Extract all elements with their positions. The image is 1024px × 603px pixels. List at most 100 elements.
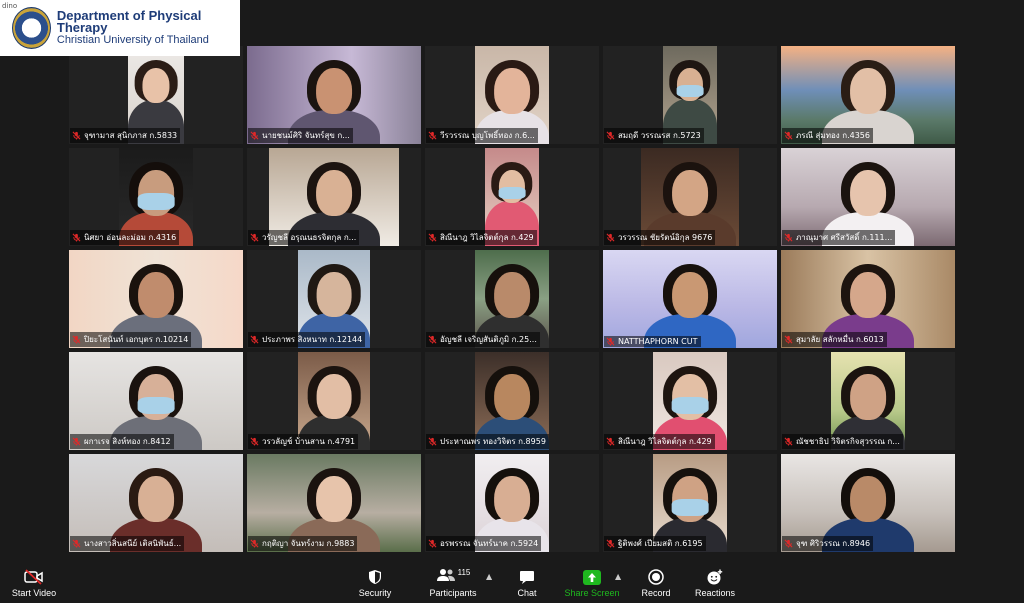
participant-name-label: นางสาวสิ่นสนีย์ เติสนิพันธ์... [70, 536, 185, 551]
muted-mic-icon [250, 233, 259, 242]
participant-tile[interactable]: นายชนม์ศิริ จันทร์สุข ก... [247, 46, 421, 144]
participant-name-label: จุฑามาส สุนิกภาส ก.5833 [70, 128, 181, 143]
participant-tile[interactable]: วรวรรณ ชัยรัตน์อิกุล 9676 [603, 148, 777, 246]
participant-name-label: ฐิติพงศ์ เปียมสติ ก.6195 [604, 536, 706, 551]
participant-tile[interactable]: สิณีนาฎ วิไลจิตต์กุล ก.429 [425, 148, 599, 246]
chat-bubble-icon [520, 571, 534, 584]
university-logo-banner: dino Department of Physical Therapy Chri… [0, 0, 240, 56]
participant-name: สมฤดี วรรณรส ก.5723 [618, 131, 701, 140]
record-button[interactable]: Record [636, 556, 676, 603]
security-button[interactable]: Security [352, 556, 398, 603]
participant-name: วรวรรณ ชัยรัตน์อิกุล 9676 [618, 233, 713, 242]
muted-mic-icon [72, 335, 81, 344]
participant-tile[interactable]: สมฤดี วรรณรส ก.5723 [603, 46, 777, 144]
participant-name: ภรณี สุ่มทอง ก.4356 [796, 131, 870, 140]
muted-mic-icon [784, 233, 793, 242]
participant-tile[interactable]: จุฑ ศิริวรรณ ก.8946 [781, 454, 955, 552]
participant-name: จุฑามาส สุนิกภาส ก.5833 [84, 131, 178, 140]
participant-name: อรพรรณ จันทร์นาค ก.5924 [440, 539, 539, 548]
participant-name: วีรวรรณ บุญโพธิ์ทอง ก.6... [440, 131, 535, 140]
muted-mic-icon [606, 539, 615, 548]
muted-mic-icon [250, 335, 259, 344]
participant-name-label: ภรณี สุ่มทอง ก.4356 [782, 128, 873, 143]
muted-mic-icon [72, 233, 81, 242]
participant-name: นางสาวสิ่นสนีย์ เติสนิพันธ์... [84, 539, 182, 548]
share-screen-options-chevron-icon[interactable]: ▲ [615, 572, 621, 581]
muted-mic-icon [250, 437, 259, 446]
muted-mic-icon [428, 437, 437, 446]
participant-tile[interactable]: ณัชชาธิป วิจิตรกิจสุวรรณ ก... [781, 352, 955, 450]
start-video-button[interactable]: Start Video [8, 556, 60, 603]
participants-options-chevron-icon[interactable]: ▲ [486, 572, 492, 581]
participant-tile[interactable]: ประหาณพร ทองวิจิตร ก.8959 [425, 352, 599, 450]
people-icon [436, 569, 455, 581]
participant-tile[interactable]: ประภาพร สิงหนาท ก.12144 [247, 250, 421, 348]
participant-name-label: ภาณุมาศ ศรีสวัสดิ์ ก.111... [782, 230, 896, 245]
participant-name: วรัญชลี อรุณนธรจิตกุล ก... [262, 233, 357, 242]
participant-name: สิณีนาฎ วิไลจิตต์กุล ก.429 [618, 437, 712, 446]
participant-name-label: ผกาเรจ สิงห์ทอง ก.8412 [70, 434, 174, 449]
record-icon [648, 569, 664, 585]
participants-count: 115 [457, 568, 471, 577]
participant-name-label: ณัชชาธิป วิจิตรกิจสุวรรณ ก... [782, 434, 903, 449]
record-label: Record [641, 588, 671, 598]
participant-name-label: สุมาลัย สลักหมื่น ก.6013 [782, 332, 887, 347]
participant-tile[interactable]: สิณีนาฎ วิไลจิตต์กุล ก.429 [603, 352, 777, 450]
participant-name-label: วรวรรณ ชัยรัตน์อิกุล 9676 [604, 230, 716, 245]
share-screen-button[interactable]: Share Screen [562, 556, 622, 603]
participant-tile[interactable]: จุฑามาส สุนิกภาส ก.5833 [69, 46, 243, 144]
chat-label: Chat [517, 588, 537, 598]
participant-tile[interactable]: วีรวรรณ บุญโพธิ์ทอง ก.6... [425, 46, 599, 144]
participant-tile[interactable]: ภรณี สุ่มทอง ก.4356 [781, 46, 955, 144]
participant-name-label: วีรวรรณ บุญโพธิ์ทอง ก.6... [426, 128, 538, 143]
participant-tile[interactable]: ฐิติพงศ์ เปียมสติ ก.6195 [603, 454, 777, 552]
logo-university: Christian University of Thailand [56, 34, 209, 46]
participant-tile[interactable]: นางสาวสิ่นสนีย์ เติสนิพันธ์... [69, 454, 243, 552]
participant-name: นิศยา อ่อนละม่อม ก.4316 [84, 233, 177, 242]
logo-department: Department of Physical Therapy [56, 8, 202, 35]
watermark-text: dino [2, 2, 18, 10]
participant-name: ประหาณพร ทองวิจิตร ก.8959 [440, 437, 546, 446]
participant-name-label: กฤติญา จันทร์งาม ก.9883 [248, 536, 358, 551]
participant-tile[interactable]: อัญชลี เจริญสันติภูมิ ก.25... [425, 250, 599, 348]
participant-name: สุมาลัย สลักหมื่น ก.6013 [796, 335, 884, 344]
participant-name-label: ปิยะโสนันท์ เอกบุตร ก.10214 [70, 332, 192, 347]
emoji-plus-icon [707, 569, 723, 585]
participant-tile[interactable]: NATTHAPHORN CUT [603, 250, 777, 348]
participant-tile[interactable]: กฤติญา จันทร์งาม ก.9883 [247, 454, 421, 552]
muted-mic-icon [784, 437, 793, 446]
participant-tile[interactable]: วรัญชลี อรุณนธรจิตกุล ก... [247, 148, 421, 246]
participant-name: ฐิติพงศ์ เปียมสติ ก.6195 [618, 539, 703, 548]
muted-mic-icon [428, 131, 437, 140]
muted-mic-icon [72, 131, 81, 140]
participant-name: NATTHAPHORN CUT [618, 337, 698, 346]
participant-name: ประภาพร สิงหนาท ก.12144 [262, 335, 363, 344]
muted-mic-icon [606, 131, 615, 140]
participant-tile[interactable]: นิศยา อ่อนละม่อม ก.4316 [69, 148, 243, 246]
participant-name-label: นิศยา อ่อนละม่อม ก.4316 [70, 230, 180, 245]
muted-mic-icon [606, 233, 615, 242]
security-label: Security [358, 588, 392, 598]
participant-tile[interactable]: ภาณุมาศ ศรีสวัสดิ์ ก.111... [781, 148, 955, 246]
university-seal-icon [12, 7, 51, 49]
meeting-toolbar: Start Video Security 115 Participants ▲ … [0, 556, 1024, 603]
participants-button[interactable]: 115 Participants [424, 556, 482, 603]
participant-name: ภาณุมาศ ศรีสวัสดิ์ ก.111... [796, 233, 893, 242]
muted-mic-icon [250, 539, 259, 548]
muted-mic-icon [428, 335, 437, 344]
participant-name: สิณีนาฎ วิไลจิตต์กุล ก.429 [440, 233, 534, 242]
reactions-button[interactable]: Reactions [690, 556, 740, 603]
participant-tile[interactable]: สุมาลัย สลักหมื่น ก.6013 [781, 250, 955, 348]
participant-name: นายชนม์ศิริ จันทร์สุข ก... [262, 131, 350, 140]
muted-mic-icon [428, 539, 437, 548]
participant-tile[interactable]: ปิยะโสนันท์ เอกบุตร ก.10214 [69, 250, 243, 348]
participant-name-label: สิณีนาฎ วิไลจิตต์กุล ก.429 [426, 230, 537, 245]
participant-name: วรวลัญช์ บ้านสาน ก.4791 [262, 437, 356, 446]
participant-tile[interactable]: ผกาเรจ สิงห์ทอง ก.8412 [69, 352, 243, 450]
participant-name-label: สมฤดี วรรณรส ก.5723 [604, 128, 704, 143]
start-video-label: Start Video [11, 588, 57, 598]
muted-mic-icon [72, 539, 81, 548]
participant-tile[interactable]: อรพรรณ จันทร์นาค ก.5924 [425, 454, 599, 552]
participant-tile[interactable]: วรวลัญช์ บ้านสาน ก.4791 [247, 352, 421, 450]
chat-button[interactable]: Chat [510, 556, 544, 603]
